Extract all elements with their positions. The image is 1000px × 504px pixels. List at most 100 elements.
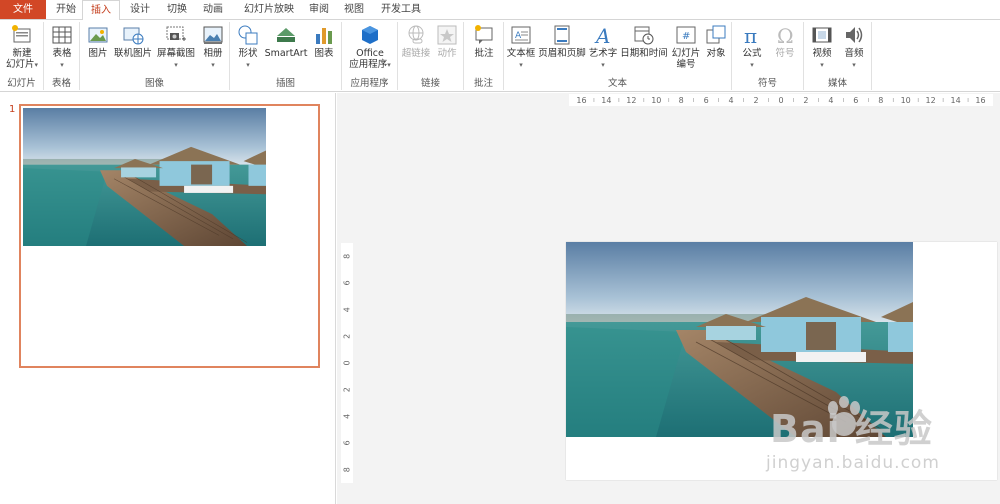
picture-label: 图片 xyxy=(88,48,108,59)
comment-icon xyxy=(475,25,493,44)
vertical-ruler[interactable]: 8 6 4 2 0 2 4 6 8 xyxy=(341,243,353,483)
office-store-icon xyxy=(362,26,378,44)
hyperlink-button[interactable]: 超链接 xyxy=(400,24,432,59)
group-label-slides: 幻灯片 xyxy=(7,78,36,89)
screenshot-label: 屏幕截图 xyxy=(156,48,195,59)
video-button[interactable]: 视频 ▾ xyxy=(807,24,837,71)
textbox-label: 文本框 xyxy=(506,48,536,59)
baidu-watermark: Bai 经验 jingyan.baidu.com xyxy=(752,396,990,496)
group-label-tables: 表格 xyxy=(51,78,71,89)
group-illustrations: 形状 ▾ SmartArt 图表 插图 xyxy=(230,22,342,90)
tab-slideshow[interactable]: 幻灯片放映 xyxy=(236,0,302,20)
online-picture-button[interactable]: 联机图片 xyxy=(113,24,153,59)
group-comments: 批注 批注 xyxy=(464,22,504,90)
header-footer-label: 页眉和页脚 xyxy=(538,48,586,59)
picture-button[interactable]: 图片 xyxy=(84,24,112,59)
svg-text:#: # xyxy=(682,31,690,42)
group-tables: 表格 ▾ 表格 xyxy=(44,22,80,90)
group-label-media: 媒体 xyxy=(827,78,847,89)
object-icon xyxy=(706,25,726,44)
tab-developer[interactable]: 开发工具 xyxy=(376,0,426,20)
ruler-label: 12 xyxy=(626,96,636,105)
office-label-2: 应用程序 xyxy=(349,59,388,70)
ruler-label: 6 xyxy=(343,440,352,445)
tab-animations[interactable]: 动画 xyxy=(196,0,230,20)
ruler-label: 4 xyxy=(342,307,351,312)
horizontal-ruler[interactable]: 16 14 12 10 8 6 4 2 0 2 4 6 8 10 12 14 16 xyxy=(569,94,993,106)
textbox-button[interactable]: A 文本框 ▾ xyxy=(506,24,536,71)
screenshot-button[interactable]: 屏幕截图 ▾ xyxy=(154,24,198,71)
smartart-icon xyxy=(277,28,295,42)
object-label: 对象 xyxy=(706,48,726,59)
tab-transitions[interactable]: 切换 xyxy=(160,0,194,20)
tab-review[interactable]: 审阅 xyxy=(304,0,334,20)
chart-label: 图表 xyxy=(314,48,334,59)
online-picture-icon xyxy=(123,27,144,45)
ruler-label: 16 xyxy=(975,96,985,105)
tab-view[interactable]: 视图 xyxy=(338,0,370,20)
audio-button[interactable]: 音频 ▾ xyxy=(839,24,869,71)
tab-insert[interactable]: 插入 xyxy=(82,0,120,21)
album-button[interactable]: 相册 ▾ xyxy=(199,24,227,71)
table-button[interactable]: 表格 ▾ xyxy=(48,24,76,71)
action-star-icon xyxy=(437,25,457,45)
slide-number-icon: # xyxy=(676,26,696,44)
ruler-label: 2 xyxy=(754,96,759,105)
ruler-label: 10 xyxy=(901,96,911,105)
tab-design[interactable]: 设计 xyxy=(124,0,156,20)
slide-thumbnail[interactable] xyxy=(19,104,320,368)
watermark-url: jingyan.baidu.com xyxy=(766,453,940,473)
new-slide-label-1: 新建 xyxy=(12,48,32,59)
equation-button[interactable]: π 公式 ▾ xyxy=(736,24,768,71)
new-slide-label-2: 幻灯片 xyxy=(5,59,35,70)
hyperlink-icon xyxy=(408,25,424,44)
video-label: 视频 xyxy=(812,48,832,59)
group-text: A 文本框 ▾ 页眉和页脚 A 艺术字▾ 日期和时间 # 幻灯片 编号 对象 文本 xyxy=(504,22,732,90)
ribbon-tab-bar: 文件 开始 插入 设计 切换 动画 幻灯片放映 审阅 视图 开发工具 xyxy=(0,0,1000,21)
ruler-label: 6 xyxy=(704,96,709,105)
group-symbols: π 公式 ▾ Ω 符号 符号 xyxy=(732,22,804,90)
ruler-label: 4 xyxy=(828,96,833,105)
thumbnail-photo xyxy=(23,108,266,246)
online-picture-label: 联机图片 xyxy=(113,48,152,59)
calendar-icon xyxy=(634,26,654,45)
shapes-icon xyxy=(238,25,258,45)
ruler-label: 2 xyxy=(342,387,351,392)
group-label-text: 文本 xyxy=(607,78,627,89)
ruler-label: 6 xyxy=(853,96,858,105)
ribbon-insert: 新建 幻灯片▾ 幻灯片 表格 ▾ 表格 图片 联机图片 屏幕截图 ▾ 相册 ▾ 图像 xyxy=(0,20,1000,92)
slide-number-button[interactable]: # 幻灯片 编号 xyxy=(670,24,702,70)
shapes-button[interactable]: 形状 ▾ xyxy=(233,24,263,71)
smartart-button[interactable]: SmartArt xyxy=(264,24,308,59)
album-label: 相册 xyxy=(203,48,223,59)
wordart-button[interactable]: A 艺术字▾ xyxy=(588,24,618,71)
screenshot-icon xyxy=(166,26,186,41)
comment-button[interactable]: 批注 xyxy=(468,24,500,59)
picture-icon xyxy=(88,27,108,43)
datetime-button[interactable]: 日期和时间 xyxy=(619,24,669,59)
symbol-button[interactable]: Ω 符号 xyxy=(770,24,800,59)
ruler-label: 8 xyxy=(878,96,883,105)
office-apps-button[interactable]: Office 应用程序▾ xyxy=(346,24,394,71)
ruler-label: 8 xyxy=(343,254,352,259)
table-icon xyxy=(52,26,72,44)
tab-file[interactable]: 文件 xyxy=(0,0,46,19)
group-media: 视频 ▾ 音频 ▾ 媒体 xyxy=(804,22,872,90)
slide-thumbnail-pane: 1 xyxy=(0,93,336,504)
group-label-symbols: 符号 xyxy=(757,78,777,89)
group-label-comments: 批注 xyxy=(473,78,493,89)
object-button[interactable]: 对象 xyxy=(703,24,729,59)
ruler-label: 2 xyxy=(803,96,808,105)
ruler-label: 12 xyxy=(926,96,936,105)
new-slide-button[interactable]: 新建 幻灯片▾ xyxy=(2,24,42,71)
action-button[interactable]: 动作 xyxy=(433,24,461,59)
header-footer-button[interactable]: 页眉和页脚 xyxy=(537,24,587,59)
comment-label: 批注 xyxy=(474,48,494,59)
chart-button[interactable]: 图表 xyxy=(310,24,338,59)
group-label-apps: 应用程序 xyxy=(350,78,389,89)
pi-equation-icon: π xyxy=(744,24,757,46)
wordart-label: 艺术字 xyxy=(588,48,618,59)
group-apps: Office 应用程序▾ 应用程序 xyxy=(342,22,398,90)
svg-text:A: A xyxy=(594,24,610,46)
tab-home[interactable]: 开始 xyxy=(50,0,82,20)
